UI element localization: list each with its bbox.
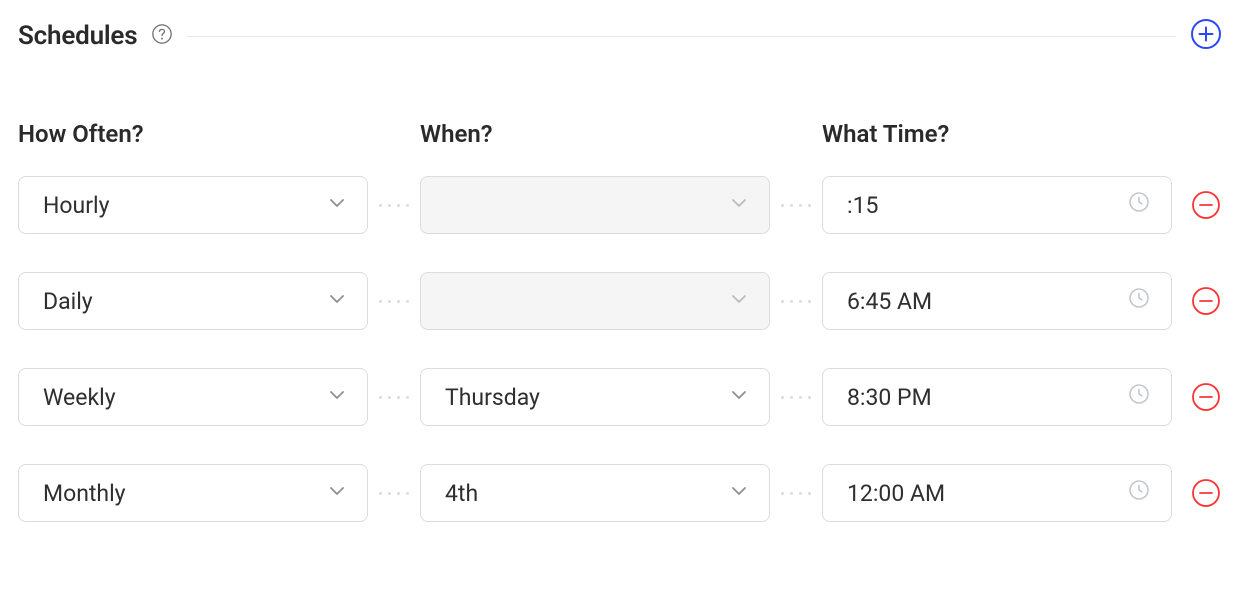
remove-schedule-button[interactable] (1190, 381, 1222, 413)
when-value: Thursday (445, 384, 540, 411)
help-icon (151, 23, 173, 45)
clock-icon (1127, 382, 1151, 412)
time-picker[interactable]: 6:45 AM (822, 272, 1172, 330)
connector-dots (770, 396, 822, 399)
column-headers: How Often? When? What Time? (18, 120, 1222, 148)
minus-circle-icon (1191, 382, 1221, 412)
chevron-down-icon (327, 288, 347, 315)
connector-dots (368, 492, 420, 495)
plus-circle-icon (1190, 18, 1222, 50)
how-often-select[interactable]: Hourly (18, 176, 368, 234)
time-picker[interactable]: :15 (822, 176, 1172, 234)
remove-schedule-button[interactable] (1190, 477, 1222, 509)
how-often-select[interactable]: Daily (18, 272, 368, 330)
column-header-when: When? (420, 120, 770, 148)
when-value: 4th (445, 480, 478, 507)
chevron-down-icon (327, 480, 347, 507)
connector-dots (368, 204, 420, 207)
minus-circle-icon (1191, 478, 1221, 508)
time-picker[interactable]: 12:00 AM (822, 464, 1172, 522)
how-often-value: Monthly (43, 480, 126, 507)
chevron-down-icon (729, 288, 749, 315)
schedule-row: Hourly :15 (18, 176, 1222, 234)
when-select (420, 176, 770, 234)
clock-icon (1127, 286, 1151, 316)
schedule-row: Weekly Thursday 8:30 PM (18, 368, 1222, 426)
add-schedule-button[interactable] (1190, 18, 1222, 54)
chevron-down-icon (729, 480, 749, 507)
connector-dots (770, 300, 822, 303)
schedule-row: Monthly 4th 12:00 AM (18, 464, 1222, 522)
when-select[interactable]: 4th (420, 464, 770, 522)
connector-dots (770, 204, 822, 207)
column-header-how-often: How Often? (18, 120, 368, 148)
clock-icon (1127, 190, 1151, 220)
how-often-value: Daily (43, 288, 93, 315)
how-often-select[interactable]: Monthly (18, 464, 368, 522)
time-picker[interactable]: 8:30 PM (822, 368, 1172, 426)
time-value: 12:00 AM (847, 480, 945, 507)
connector-dots (368, 396, 420, 399)
section-title: Schedules (18, 21, 137, 51)
how-often-value: Hourly (43, 192, 109, 219)
connector-dots (368, 300, 420, 303)
when-select[interactable]: Thursday (420, 368, 770, 426)
time-value: 8:30 PM (847, 384, 932, 411)
chevron-down-icon (729, 192, 749, 219)
minus-circle-icon (1191, 286, 1221, 316)
time-value: 6:45 AM (847, 288, 932, 315)
chevron-down-icon (327, 192, 347, 219)
remove-schedule-button[interactable] (1190, 189, 1222, 221)
connector-dots (770, 492, 822, 495)
section-header: Schedules (18, 18, 1222, 54)
header-divider (187, 36, 1176, 37)
how-often-select[interactable]: Weekly (18, 368, 368, 426)
remove-schedule-button[interactable] (1190, 285, 1222, 317)
chevron-down-icon (729, 384, 749, 411)
help-button[interactable] (151, 23, 173, 49)
minus-circle-icon (1191, 190, 1221, 220)
when-select (420, 272, 770, 330)
chevron-down-icon (327, 384, 347, 411)
schedule-row: Daily 6:45 AM (18, 272, 1222, 330)
clock-icon (1127, 478, 1151, 508)
time-value: :15 (847, 192, 878, 219)
how-often-value: Weekly (43, 384, 116, 411)
column-header-what-time: What Time? (822, 120, 1172, 148)
